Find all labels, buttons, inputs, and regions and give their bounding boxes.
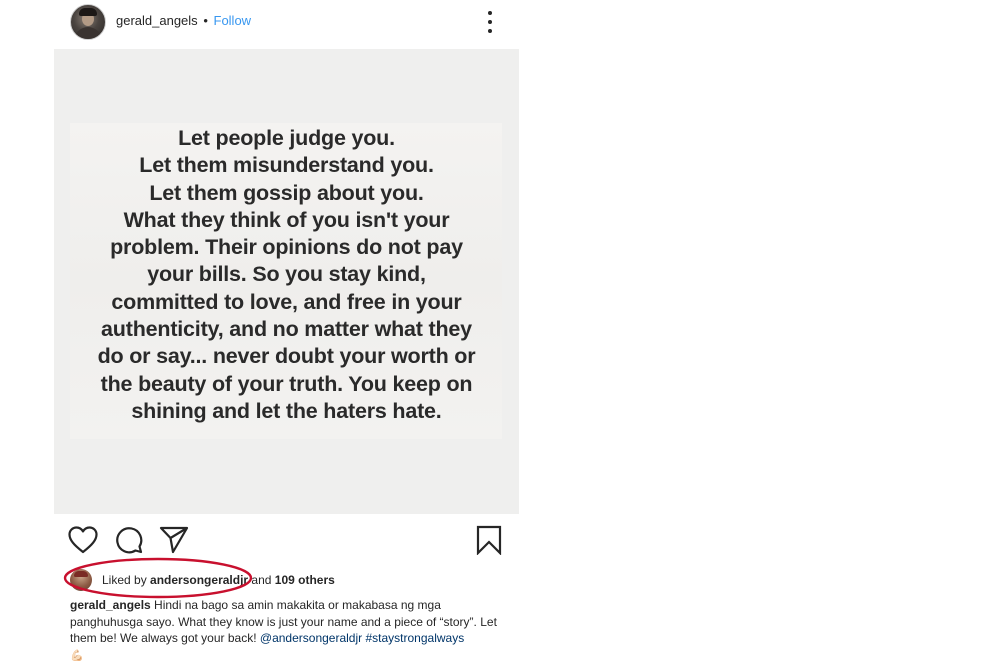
highlight-oval bbox=[63, 557, 253, 599]
quote-line: your bills. So you stay kind, bbox=[147, 262, 426, 287]
caption-hashtag[interactable]: #staystrongalways bbox=[365, 631, 464, 645]
quote-line: do or say... never doubt your worth or bbox=[97, 344, 476, 369]
quote-line: Let them gossip about you. bbox=[149, 180, 424, 205]
quote-line: shining and let the haters hate. bbox=[131, 398, 442, 423]
quote-line: committed to love, and free in your bbox=[111, 289, 462, 314]
quote-line: Let people judge you. bbox=[178, 126, 395, 150]
avatar[interactable] bbox=[70, 4, 106, 40]
share-icon[interactable] bbox=[159, 526, 189, 554]
comment-icon[interactable] bbox=[115, 526, 143, 554]
quote-text: Let people judge you. Let them misunderst… bbox=[54, 125, 519, 425]
quote-line: Let them misunderstand you. bbox=[139, 153, 434, 178]
post-header: gerald_angels • Follow bbox=[54, 0, 519, 44]
separator-dot: • bbox=[203, 13, 208, 28]
caption: gerald_angels Hindi na bago sa amin maka… bbox=[70, 597, 510, 664]
more-options-icon[interactable] bbox=[484, 11, 496, 33]
others-count[interactable]: 109 others bbox=[275, 573, 335, 587]
action-bar bbox=[54, 522, 519, 562]
username-link[interactable]: gerald_angels bbox=[116, 13, 198, 28]
flexed-biceps-emoji: 💪🏻 bbox=[70, 649, 84, 662]
header-username-row: gerald_angels • Follow bbox=[116, 13, 251, 28]
caption-username[interactable]: gerald_angels bbox=[70, 598, 151, 612]
follow-button[interactable]: Follow bbox=[214, 13, 252, 28]
quote-line: the beauty of your truth. You keep on bbox=[100, 371, 473, 396]
caption-mention[interactable]: @andersongeraldjr bbox=[260, 631, 362, 645]
bookmark-icon[interactable] bbox=[476, 525, 502, 555]
quote-line: problem. Their opinions do not pay bbox=[110, 235, 463, 260]
quote-line: What they think of you isn't your bbox=[123, 207, 450, 232]
post-image[interactable]: Let people judge you. Let them misunderst… bbox=[54, 49, 519, 514]
heart-icon[interactable] bbox=[68, 526, 98, 554]
quote-line: authenticity, and no matter what they bbox=[101, 317, 472, 342]
